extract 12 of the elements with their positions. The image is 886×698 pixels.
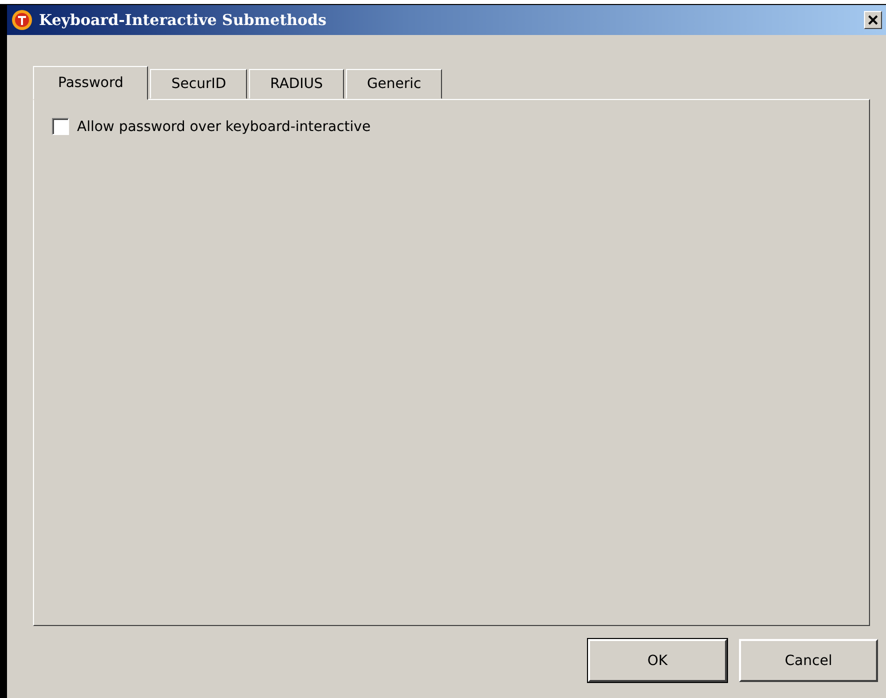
- tab[interactable]: SecurID: [150, 69, 248, 99]
- close-icon: [868, 15, 878, 25]
- tab[interactable]: Generic: [346, 69, 442, 99]
- window-title: Keyboard-Interactive Submethods: [39, 11, 328, 29]
- dialog-button[interactable]: OK: [588, 639, 727, 682]
- dialog-button[interactable]: Cancel: [739, 639, 878, 682]
- tab[interactable]: Password: [33, 66, 148, 100]
- checkbox-label: Allow password over keyboard-interactive: [77, 118, 371, 134]
- app-icon: [11, 9, 33, 31]
- tab[interactable]: RADIUS: [249, 69, 344, 99]
- close-button[interactable]: [864, 11, 882, 29]
- checkbox[interactable]: [52, 118, 69, 135]
